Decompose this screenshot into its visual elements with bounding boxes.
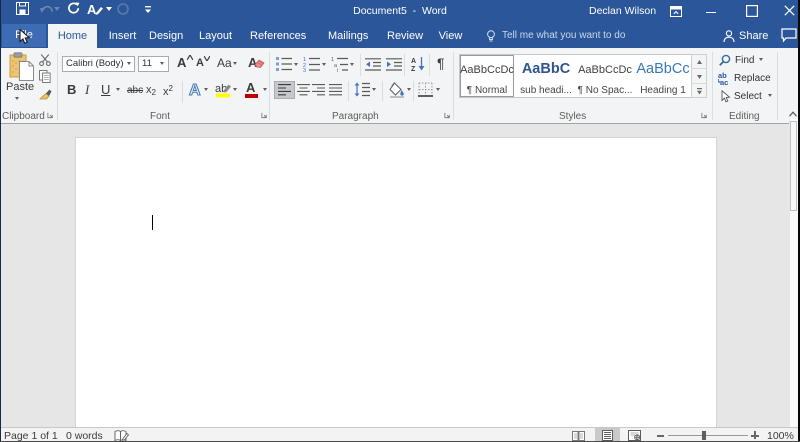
svg-text:Z: Z	[411, 66, 416, 71]
svg-text:A: A	[189, 82, 201, 97]
svg-text:i: i	[337, 68, 338, 72]
svg-text:ac: ac	[720, 78, 728, 85]
svg-text:A: A	[411, 58, 416, 65]
svg-text:3: 3	[303, 68, 306, 72]
